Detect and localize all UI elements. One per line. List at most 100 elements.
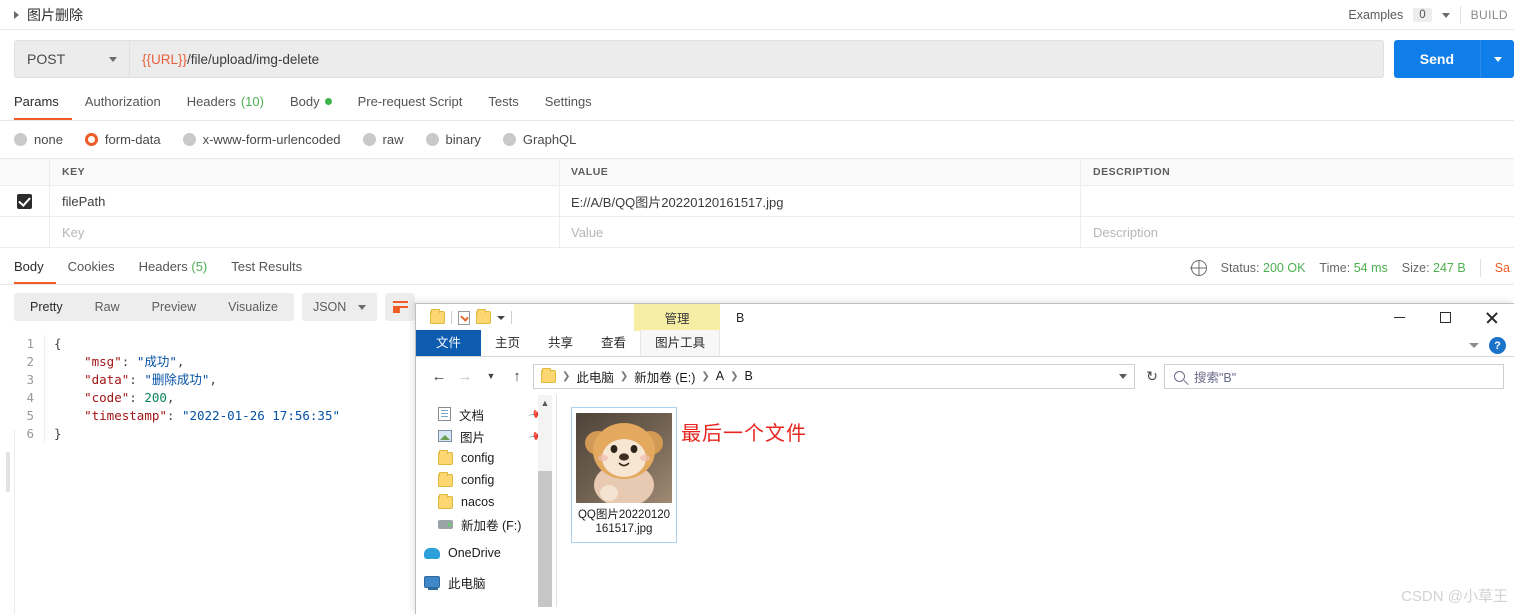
editor-left-rule <box>14 430 15 614</box>
word-wrap-toggle[interactable] <box>385 293 416 321</box>
size-label: Size: <box>1401 261 1430 275</box>
row-value-input[interactable]: E://A/B/QQ图片20220120161517.jpg <box>560 186 1081 216</box>
response-tab-headers[interactable]: Headers (5) <box>127 252 220 284</box>
body-modified-dot-icon <box>324 98 332 105</box>
divider <box>1479 259 1481 277</box>
divider <box>451 311 452 324</box>
breadcrumb-separator: ❯ <box>730 370 739 382</box>
tab-headers[interactable]: Headers (10) <box>174 88 277 120</box>
ribbon-tab-picture-tools[interactable]: 图片工具 <box>640 330 721 356</box>
send-options-button[interactable] <box>1480 40 1514 78</box>
list-item[interactable]: QQ图片20220120161517.jpg <box>571 407 677 543</box>
response-view-modes: Pretty Raw Preview Visualize <box>14 293 294 321</box>
row-description-input[interactable] <box>1081 186 1514 216</box>
maximize-button[interactable] <box>1422 304 1468 331</box>
left-scrollbar[interactable] <box>6 452 10 492</box>
ribbon-tab-file[interactable]: 文件 <box>416 330 482 356</box>
ribbon-tab-share[interactable]: 共享 <box>534 330 587 356</box>
scrollbar-thumb[interactable] <box>538 471 552 607</box>
tab-params-label: Params <box>14 94 59 109</box>
line-number: 4 <box>26 390 34 405</box>
row-checkbox-cell-empty[interactable] <box>0 217 50 247</box>
new-folder-icon[interactable] <box>476 309 491 324</box>
nav-item-this-pc[interactable]: 此电脑 <box>416 571 556 593</box>
tab-headers-count: (10) <box>240 94 264 109</box>
http-method-select[interactable]: POST <box>14 40 129 78</box>
response-tab-headers-count: (5) <box>191 259 208 274</box>
file-list-pane[interactable]: QQ图片20220120161517.jpg 最后一个文件 <box>557 395 1514 607</box>
breadcrumb-item-1[interactable]: 新加卷 (E:) <box>634 367 695 386</box>
nav-item-config-2[interactable]: config <box>416 469 556 491</box>
nav-item-volume-f[interactable]: 新加卷 (F:) <box>416 513 556 535</box>
view-mode-raw[interactable]: Raw <box>79 293 136 321</box>
tab-pre-request-script[interactable]: Pre-request Script <box>345 88 476 120</box>
nav-item-label: 新加卷 (F:) <box>461 518 522 533</box>
recent-locations-button[interactable]: ▼ <box>478 363 504 389</box>
body-type-binary[interactable]: binary <box>425 132 481 147</box>
line-number: 1 <box>26 336 34 351</box>
row-key-input[interactable]: filePath <box>50 186 560 216</box>
chevron-down-icon[interactable] <box>1469 343 1479 348</box>
properties-icon[interactable] <box>458 310 470 325</box>
tab-params[interactable]: Params <box>14 88 72 120</box>
response-format-select[interactable]: JSON <box>301 293 378 321</box>
up-button[interactable]: ↑ <box>504 363 530 389</box>
back-button[interactable]: ← <box>426 363 452 389</box>
response-tab-cookies[interactable]: Cookies <box>56 252 127 284</box>
body-type-graphql[interactable]: GraphQL <box>502 132 576 147</box>
chevron-down-icon[interactable] <box>1119 373 1127 379</box>
chevron-down-icon[interactable] <box>1441 12 1450 18</box>
line-number-gutter: 1 2 3 4 5 6 <box>0 335 44 443</box>
new-value-input[interactable]: Value <box>560 217 1081 247</box>
tab-settings[interactable]: Settings <box>532 88 605 120</box>
tab-tests[interactable]: Tests <box>475 88 531 120</box>
url-input[interactable]: {{URL}}/file/upload/img-delete <box>129 40 1384 78</box>
tab-body[interactable]: Body <box>277 88 345 120</box>
checkbox-checked-icon[interactable] <box>17 193 32 209</box>
nav-item-documents[interactable]: 文档 📌 <box>416 403 556 425</box>
minimize-button[interactable] <box>1376 304 1422 331</box>
breadcrumb-item-3[interactable]: B <box>745 369 753 383</box>
refresh-button[interactable]: ↻ <box>1140 363 1164 389</box>
request-title[interactable]: 图片删除 <box>14 5 83 25</box>
new-key-input[interactable]: Key <box>50 217 560 247</box>
save-response-button[interactable]: Sa <box>1495 261 1510 275</box>
folder-icon[interactable] <box>430 309 445 324</box>
ribbon-tab-home[interactable]: 主页 <box>481 330 534 356</box>
row-checkbox-cell[interactable] <box>0 186 50 216</box>
new-description-input[interactable]: Description <box>1081 217 1514 247</box>
view-mode-visualize[interactable]: Visualize <box>212 293 294 321</box>
body-type-form-data[interactable]: form-data <box>84 132 161 147</box>
nav-item-nacos[interactable]: nacos <box>416 491 556 513</box>
nav-scrollbar[interactable]: ▲ <box>538 395 552 607</box>
nav-item-config-1[interactable]: config <box>416 447 556 469</box>
breadcrumb-item-2[interactable]: A <box>716 369 724 383</box>
json-code-content[interactable]: { "msg": "成功", "data": "删除成功", "code": 2… <box>44 335 340 443</box>
tab-authorization[interactable]: Authorization <box>72 88 174 120</box>
nav-item-label: 图片 <box>460 430 486 445</box>
response-tab-body[interactable]: Body <box>14 252 56 284</box>
globe-icon[interactable] <box>1190 260 1207 276</box>
help-icon[interactable]: ? <box>1489 337 1506 354</box>
triangle-right-icon[interactable] <box>14 10 19 19</box>
build-label[interactable]: BUILD <box>1471 8 1508 22</box>
body-type-urlencoded[interactable]: x-www-form-urlencoded <box>182 132 341 147</box>
send-button[interactable]: Send <box>1393 40 1480 78</box>
close-button[interactable] <box>1468 304 1514 331</box>
view-mode-preview[interactable]: Preview <box>136 293 212 321</box>
ribbon-tab-view[interactable]: 查看 <box>587 330 640 356</box>
view-mode-pretty[interactable]: Pretty <box>14 293 79 321</box>
file-thumbnail <box>576 413 672 503</box>
customize-caret-icon[interactable] <box>497 315 505 320</box>
search-input[interactable]: 搜索"B" <box>1164 363 1504 389</box>
nav-item-pictures[interactable]: 图片 📌 <box>416 425 556 447</box>
nav-item-onedrive[interactable]: OneDrive <box>416 542 556 564</box>
body-type-none[interactable]: none <box>14 132 63 147</box>
body-type-raw[interactable]: raw <box>362 132 404 147</box>
scroll-up-icon[interactable]: ▲ <box>538 395 552 411</box>
response-format-value: JSON <box>312 300 347 314</box>
forward-button[interactable]: → <box>452 363 478 389</box>
response-tab-test-results[interactable]: Test Results <box>219 252 314 284</box>
breadcrumb[interactable]: ❯ 此电脑 ❯ 新加卷 (E:) ❯ A ❯ B <box>533 363 1135 389</box>
breadcrumb-item-0[interactable]: 此电脑 <box>576 367 614 386</box>
